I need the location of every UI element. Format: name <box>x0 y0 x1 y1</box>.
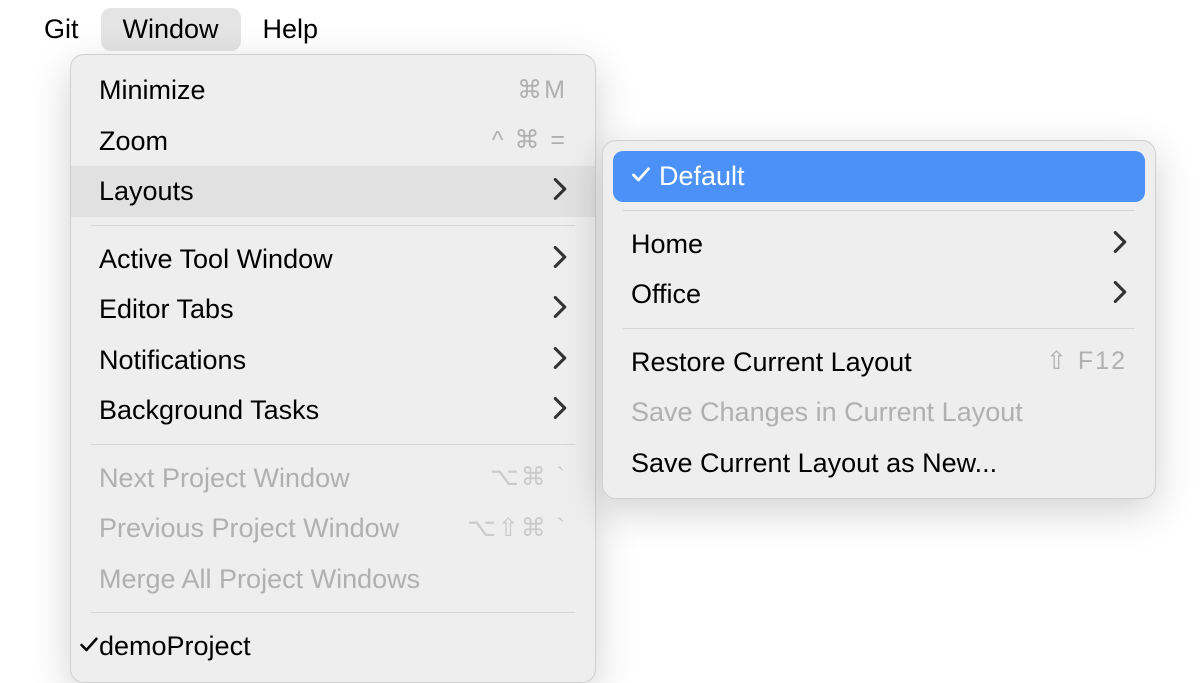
menu-notifications-label: Notifications <box>99 340 545 381</box>
chevron-right-icon <box>1105 274 1127 315</box>
menu-separator <box>623 210 1135 211</box>
chevron-right-icon <box>1105 224 1127 265</box>
window-dropdown: Minimize ⌘M Zoom ^ ⌘ = Layouts Active To… <box>70 54 596 683</box>
layout-office-label: Office <box>631 274 1105 315</box>
layout-save-changes-label: Save Changes in Current Layout <box>631 392 1127 433</box>
check-icon <box>631 156 659 197</box>
chevron-right-icon <box>545 390 567 431</box>
check-icon <box>71 626 99 667</box>
menu-notifications[interactable]: Notifications <box>71 335 595 386</box>
chevron-right-icon <box>545 340 567 381</box>
menu-background-tasks-label: Background Tasks <box>99 390 545 431</box>
menu-layouts-label: Layouts <box>99 171 545 212</box>
layout-default[interactable]: Default <box>613 151 1145 202</box>
menubar-git[interactable]: Git <box>22 8 101 51</box>
menu-minimize-label: Minimize <box>99 70 517 111</box>
layout-save-as-new[interactable]: Save Current Layout as New... <box>603 438 1155 489</box>
menu-zoom[interactable]: Zoom ^ ⌘ = <box>71 116 595 167</box>
menu-active-tool-window[interactable]: Active Tool Window <box>71 234 595 285</box>
menu-previous-project-window-shortcut: ⌥⇧⌘ ` <box>467 510 567 548</box>
menu-merge-all-project-windows-label: Merge All Project Windows <box>99 559 567 600</box>
menu-demo-project-label: demoProject <box>99 626 567 667</box>
menu-separator <box>91 444 575 445</box>
menubar-help[interactable]: Help <box>241 8 341 51</box>
menu-editor-tabs[interactable]: Editor Tabs <box>71 284 595 335</box>
chevron-right-icon <box>545 239 567 280</box>
layout-home-label: Home <box>631 224 1105 265</box>
layout-save-changes: Save Changes in Current Layout <box>603 387 1155 438</box>
menu-active-tool-window-label: Active Tool Window <box>99 239 545 280</box>
menu-next-project-window-shortcut: ⌥⌘ ` <box>490 459 567 497</box>
layout-office[interactable]: Office <box>603 269 1155 320</box>
chevron-right-icon <box>545 171 567 212</box>
menu-next-project-window: Next Project Window ⌥⌘ ` <box>71 453 595 504</box>
layout-home[interactable]: Home <box>603 219 1155 270</box>
layout-restore-current[interactable]: Restore Current Layout ⇧ F12 <box>603 337 1155 388</box>
layout-restore-current-shortcut: ⇧ F12 <box>1046 343 1127 381</box>
menu-zoom-label: Zoom <box>99 121 492 162</box>
menu-zoom-shortcut: ^ ⌘ = <box>492 122 567 160</box>
menu-minimize-shortcut: ⌘M <box>517 72 567 110</box>
layout-restore-current-label: Restore Current Layout <box>631 342 1046 383</box>
chevron-right-icon <box>545 289 567 330</box>
menu-next-project-window-label: Next Project Window <box>99 458 490 499</box>
menu-previous-project-window-label: Previous Project Window <box>99 508 467 549</box>
layout-save-as-new-label: Save Current Layout as New... <box>631 443 1127 484</box>
menu-minimize[interactable]: Minimize ⌘M <box>71 65 595 116</box>
menu-layouts[interactable]: Layouts <box>71 166 595 217</box>
layout-default-label: Default <box>659 156 1127 197</box>
menu-separator <box>91 225 575 226</box>
app-menubar: Git Window Help <box>0 0 1200 59</box>
menu-separator <box>91 612 575 613</box>
menu-demo-project[interactable]: demoProject <box>71 621 595 672</box>
menu-separator <box>623 328 1135 329</box>
menu-merge-all-project-windows: Merge All Project Windows <box>71 554 595 605</box>
menubar-window[interactable]: Window <box>101 8 241 51</box>
layouts-dropdown: Default Home Office Restore Current Layo… <box>602 140 1156 499</box>
menu-background-tasks[interactable]: Background Tasks <box>71 385 595 436</box>
menu-previous-project-window: Previous Project Window ⌥⇧⌘ ` <box>71 503 595 554</box>
menu-editor-tabs-label: Editor Tabs <box>99 289 545 330</box>
